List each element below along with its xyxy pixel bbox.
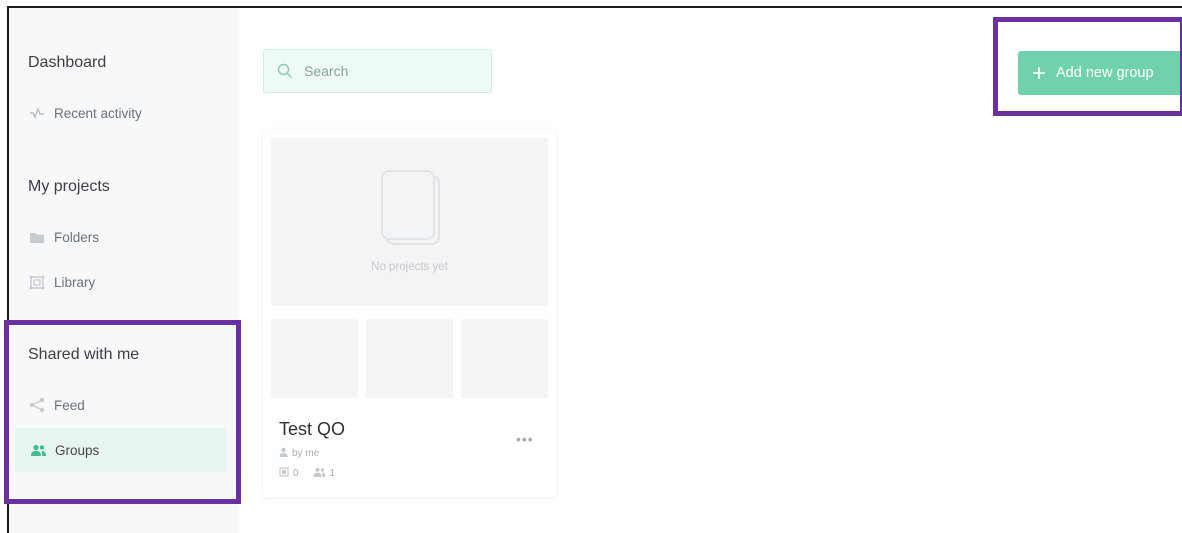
highlight-box-shared — [4, 320, 241, 504]
sidebar-item-label: Recent activity — [54, 105, 142, 121]
card-thumbnail — [461, 319, 548, 398]
sidebar-item-label: Folders — [54, 229, 100, 245]
sidebar-item-folders[interactable]: Folders — [28, 229, 99, 245]
card-owner-label: by me — [292, 448, 320, 459]
search-input[interactable] — [302, 62, 476, 80]
folder-icon — [28, 229, 46, 245]
card-thumbnail — [271, 319, 358, 398]
card-title[interactable]: Test QO — [279, 419, 345, 440]
members-icon — [313, 467, 326, 480]
activity-icon — [28, 105, 46, 121]
sidebar-item-library[interactable]: Library — [28, 274, 95, 290]
projects-count: 0 — [293, 468, 299, 479]
card-thumbnail — [366, 319, 453, 398]
card-preview: No projects yet — [271, 138, 548, 306]
projects-icon — [279, 467, 289, 480]
search-box[interactable] — [263, 49, 492, 93]
card-owner: by me — [279, 447, 319, 460]
members-count: 1 — [329, 468, 336, 479]
empty-projects-icon — [380, 169, 442, 252]
sidebar-my-projects-title[interactable]: My projects — [28, 178, 110, 196]
library-icon — [28, 274, 46, 290]
group-card[interactable]: No projects yet Test QO by me 0 1 ••• — [263, 129, 556, 497]
user-icon — [279, 447, 288, 460]
sidebar-item-label: Library — [54, 274, 96, 290]
search-icon — [276, 63, 294, 79]
empty-projects-label: No projects yet — [371, 261, 448, 273]
sidebar-item-recent-activity[interactable]: Recent activity — [28, 105, 142, 121]
highlight-box-add-group — [993, 17, 1182, 116]
sidebar-dashboard-title[interactable]: Dashboard — [28, 54, 106, 72]
more-options-button[interactable]: ••• — [516, 431, 534, 447]
card-stats: 0 1 — [279, 467, 335, 480]
